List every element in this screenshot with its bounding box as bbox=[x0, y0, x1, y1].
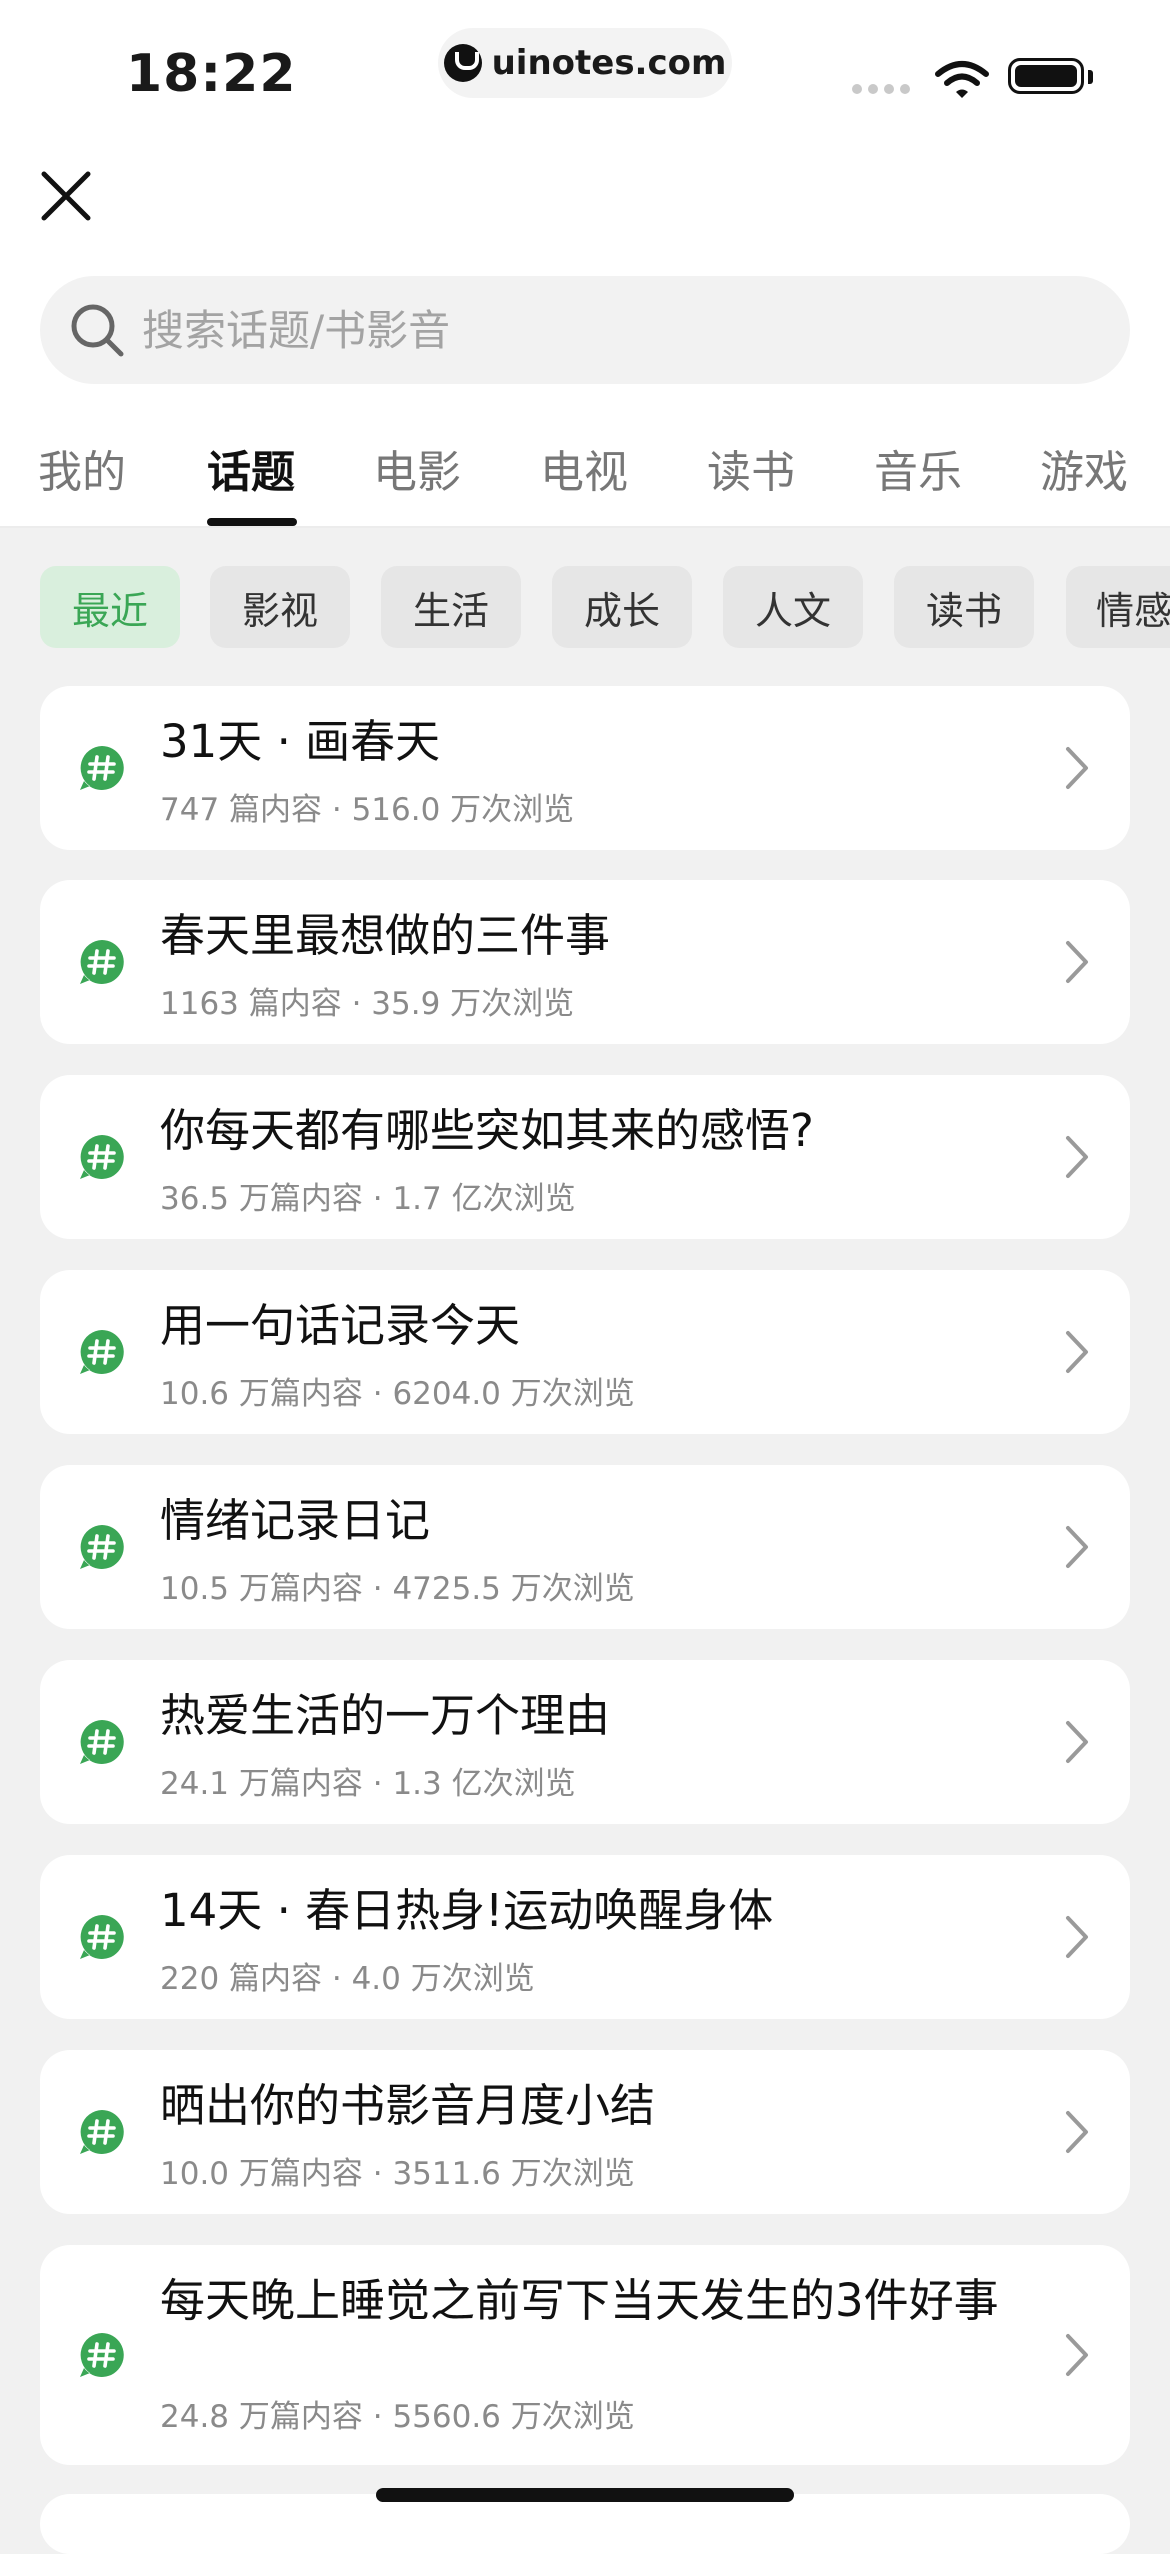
tab-tv[interactable]: 电视 bbox=[540, 436, 628, 500]
topic-stats: 1163 篇内容 · 35.9 万次浏览 bbox=[160, 986, 575, 1022]
chip-humanities[interactable]: 人文 bbox=[723, 566, 863, 648]
hashtag-icon bbox=[78, 1328, 126, 1376]
list-item[interactable]: 热爱生活的一万个理由 24.1 万篇内容 · 1.3 亿次浏览 bbox=[40, 1660, 1130, 1824]
list-item[interactable]: 14天 · 春日热身!运动唤醒身体 220 篇内容 · 4.0 万次浏览 bbox=[40, 1855, 1130, 2019]
list-item[interactable]: 你每天都有哪些突如其来的感悟? 36.5 万篇内容 · 1.7 亿次浏览 bbox=[40, 1075, 1130, 1239]
list-item[interactable]: 每天晚上睡觉之前写下当天发生的3件好事 24.8 万篇内容 · 5560.6 万次… bbox=[40, 2245, 1130, 2465]
chevron-right-icon bbox=[1062, 1522, 1092, 1572]
tab-books[interactable]: 读书 bbox=[707, 436, 795, 500]
topic-stats: 220 篇内容 · 4.0 万次浏览 bbox=[160, 1961, 535, 1997]
chevron-right-icon bbox=[1062, 1327, 1092, 1377]
topic-stats: 10.0 万篇内容 · 3511.6 万次浏览 bbox=[160, 2156, 635, 2192]
topic-title: 春天里最想做的三件事 bbox=[160, 909, 611, 962]
chevron-right-icon bbox=[1062, 1132, 1092, 1182]
url-text: uinotes.com bbox=[491, 43, 727, 83]
battery-icon bbox=[1008, 58, 1084, 94]
chevron-right-icon bbox=[1062, 2330, 1092, 2380]
tab-mine[interactable]: 我的 bbox=[38, 436, 126, 500]
topic-title: 用一句话记录今天 bbox=[160, 1299, 521, 1352]
topic-title: 每天晚上睡觉之前写下当天发生的3件好事 bbox=[160, 2274, 999, 2327]
chip-emotion[interactable]: 情感 bbox=[1066, 566, 1170, 648]
chip-reading[interactable]: 读书 bbox=[894, 566, 1034, 648]
list-item[interactable]: 晒出你的书影音月度小结 10.0 万篇内容 · 3511.6 万次浏览 bbox=[40, 2050, 1130, 2214]
tab-music[interactable]: 音乐 bbox=[874, 436, 962, 500]
topic-title: 情绪记录日记 bbox=[160, 1494, 431, 1547]
chevron-right-icon bbox=[1062, 1912, 1092, 1962]
topic-stats: 24.1 万篇内容 · 1.3 亿次浏览 bbox=[160, 1766, 576, 1802]
topic-title: 晒出你的书影音月度小结 bbox=[160, 2079, 656, 2132]
home-indicator bbox=[376, 2488, 794, 2502]
search-icon bbox=[71, 304, 124, 357]
chevron-right-icon bbox=[1062, 937, 1092, 987]
topic-title: 14天 · 春日热身!运动唤醒身体 bbox=[160, 1884, 774, 1937]
topic-stats: 10.5 万篇内容 · 4725.5 万次浏览 bbox=[160, 1571, 635, 1607]
category-tabs: 我的 话题 电影 电视 读书 音乐 游戏 bbox=[0, 430, 1170, 528]
topic-stats: 747 篇内容 · 516.0 万次浏览 bbox=[160, 792, 575, 828]
hashtag-icon bbox=[78, 1718, 126, 1766]
chevron-right-icon bbox=[1062, 1717, 1092, 1767]
hashtag-icon bbox=[78, 1523, 126, 1571]
list-item-partial bbox=[40, 2494, 1130, 2554]
close-icon[interactable] bbox=[36, 166, 96, 226]
topic-stats: 10.6 万篇内容 · 6204.0 万次浏览 bbox=[160, 1376, 635, 1412]
hashtag-icon bbox=[78, 1133, 126, 1181]
cellular-signal-icon bbox=[852, 84, 910, 94]
hashtag-icon bbox=[78, 938, 126, 986]
filter-chips: 最近 影视 生活 成长 人文 读书 情感 bbox=[0, 566, 1170, 648]
chip-growth[interactable]: 成长 bbox=[552, 566, 692, 648]
hashtag-icon bbox=[78, 2108, 126, 2156]
hashtag-icon bbox=[78, 1913, 126, 1961]
hashtag-icon bbox=[78, 744, 126, 792]
active-tab-indicator bbox=[207, 518, 297, 526]
list-item[interactable]: 情绪记录日记 10.5 万篇内容 · 4725.5 万次浏览 bbox=[40, 1465, 1130, 1629]
url-pill: uinotes.com bbox=[438, 28, 732, 98]
battery-tip bbox=[1088, 70, 1093, 84]
topic-title: 31天 · 画春天 bbox=[160, 715, 441, 768]
tab-topics[interactable]: 话题 bbox=[207, 436, 295, 500]
list-item[interactable]: 用一句话记录今天 10.6 万篇内容 · 6204.0 万次浏览 bbox=[40, 1270, 1130, 1434]
chip-recent[interactable]: 最近 bbox=[40, 566, 180, 648]
tab-movies[interactable]: 电影 bbox=[373, 436, 461, 500]
search-bar[interactable] bbox=[40, 276, 1130, 384]
topic-title: 热爱生活的一万个理由 bbox=[160, 1689, 611, 1742]
topic-stats: 36.5 万篇内容 · 1.7 亿次浏览 bbox=[160, 1181, 576, 1217]
hashtag-icon bbox=[78, 2331, 126, 2379]
tab-games[interactable]: 游戏 bbox=[1040, 436, 1128, 500]
chevron-right-icon bbox=[1062, 2107, 1092, 2157]
chevron-right-icon bbox=[1062, 743, 1092, 793]
topic-title: 你每天都有哪些突如其来的感悟? bbox=[160, 1104, 814, 1157]
topic-stats: 24.8 万篇内容 · 5560.6 万次浏览 bbox=[160, 2399, 635, 2435]
site-logo-icon bbox=[443, 44, 482, 82]
chip-life[interactable]: 生活 bbox=[381, 566, 521, 648]
status-time: 18:22 bbox=[126, 44, 297, 104]
search-input[interactable] bbox=[140, 304, 1044, 356]
chip-film-tv[interactable]: 影视 bbox=[210, 566, 350, 648]
list-item[interactable]: 春天里最想做的三件事 1163 篇内容 · 35.9 万次浏览 bbox=[40, 880, 1130, 1044]
wifi-icon bbox=[935, 61, 989, 98]
list-item[interactable]: 31天 · 画春天 747 篇内容 · 516.0 万次浏览 bbox=[40, 686, 1130, 850]
